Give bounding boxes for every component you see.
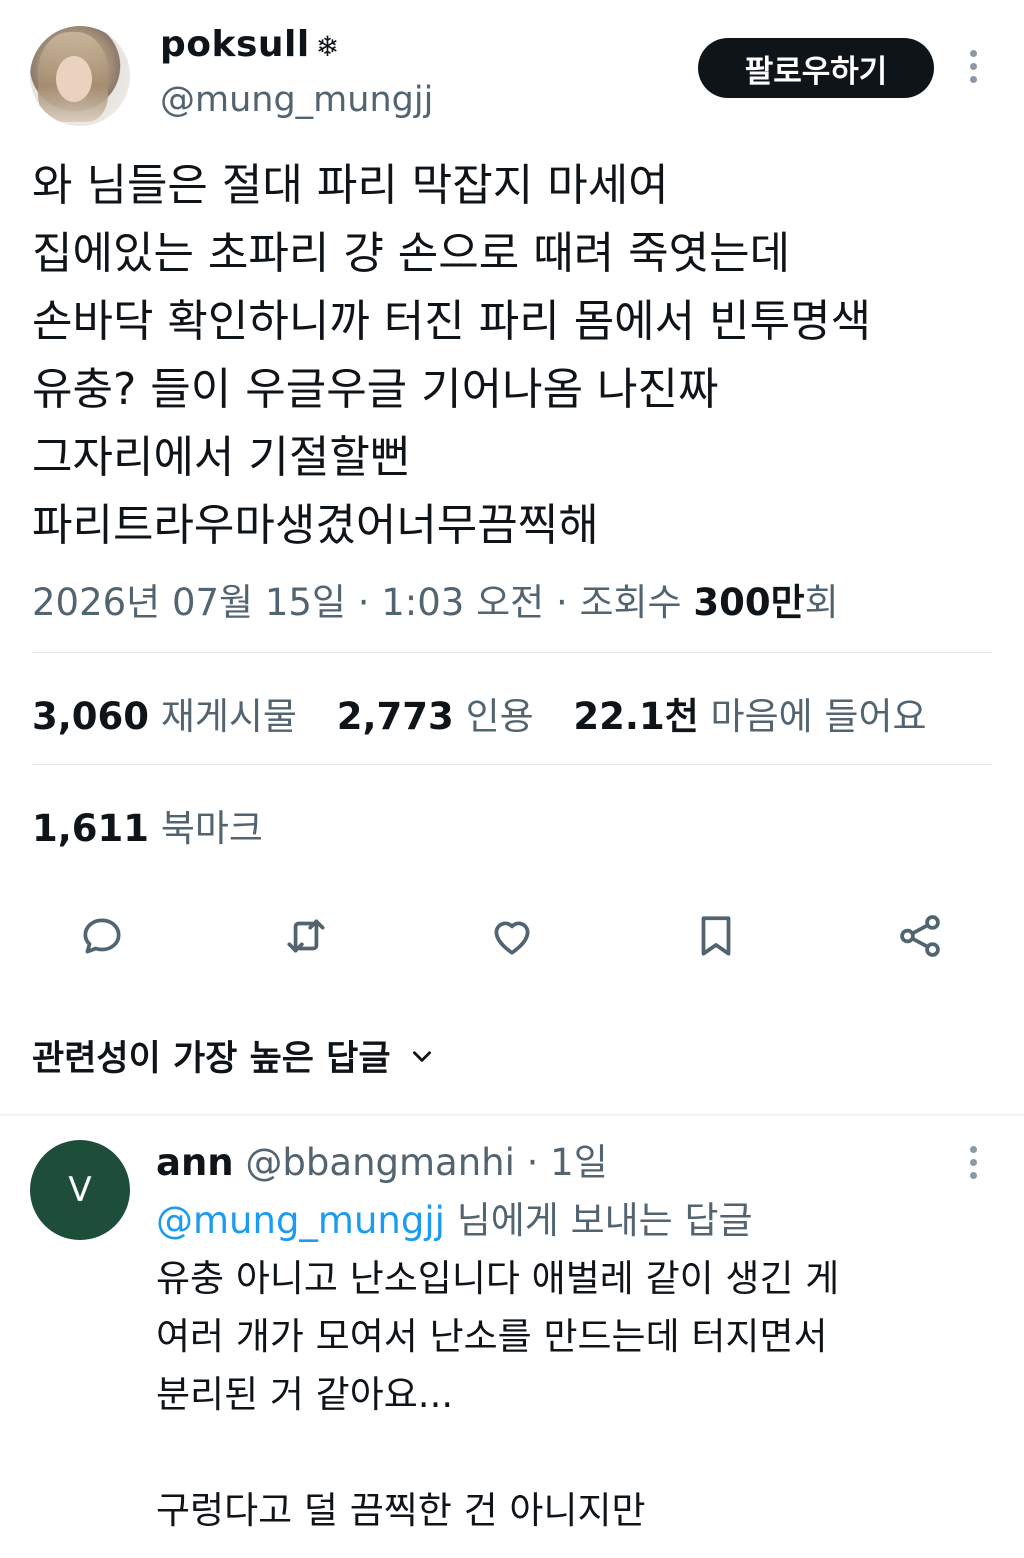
tweet-timestamp[interactable]: 2026년 07월 15일 · 1:03 오전 · 조회수 [32,581,693,624]
repost-button[interactable] [276,906,336,966]
reply-to-suffix: 님에게 보내는 답글 [456,1199,753,1242]
tweet-meta: 2026년 07월 15일 · 1:03 오전 · 조회수 300만회 [32,572,839,626]
like-icon [494,921,530,955]
share-icon [900,915,940,957]
reply-author-name[interactable]: ann [156,1141,234,1184]
repost-count[interactable]: 3,060 [32,695,149,738]
bookmark-icon [701,916,731,956]
like-label[interactable]: 마음에 들어요 [711,695,927,738]
reply-header: ann @bbangmanhi · 1일 [156,1132,608,1186]
reply-line: 구렁다고 덜 끔찍한 건 아니지만 [156,1489,646,1532]
bookmark-stats[interactable]: 1,611 북마크 [32,798,263,852]
author-display-name[interactable]: poksull ❄ [160,24,340,65]
divider [32,652,992,653]
reply-avatar[interactable]: V [30,1140,130,1240]
divider [32,764,992,765]
share-button[interactable] [890,906,950,966]
reply-button[interactable] [72,906,132,966]
reply-handle-time[interactable]: @bbangmanhi · 1일 [245,1141,607,1184]
tweet-line: 손바닥 확인하니까 터진 파리 몸에서 빈투명색 [32,296,872,347]
reply-mention-link[interactable]: @mung_mungjj [156,1199,445,1242]
reply-line: 유충 아니고 난소입니다 애벌레 같이 생긴 게 [156,1257,840,1300]
repost-icon [287,919,325,953]
tweet-text: 와 님들은 절대 파리 막잡지 마세여 집에있는 초파리 걍 손으로 때려 죽엿… [32,152,871,560]
replying-to: @mung_mungjj 님에게 보내는 답글 [156,1190,753,1244]
like-count[interactable]: 22.1천 [573,695,698,738]
reply-sort-dropdown[interactable]: 관련성이 가장 높은 답글 [32,1030,435,1081]
tweet-line: 집에있는 초파리 걍 손으로 때려 죽엿는데 [32,228,791,279]
tweet-line: 파리트라우마생겼어너무끔찍해 [32,500,599,551]
bookmark-button[interactable] [686,906,746,966]
bookmark-count: 1,611 [32,807,150,850]
chevron-down-icon [412,1050,431,1062]
tweet-line: 유충? 들이 우글우글 기어나옴 나진짜 [32,364,719,415]
quote-label[interactable]: 인용 [466,695,534,738]
reply-sort-label: 관련성이 가장 높은 답글 [32,1039,391,1079]
more-options-icon[interactable] [968,50,978,83]
view-count: 300만 [693,581,805,624]
reply-text: 유충 아니고 난소입니다 애벌레 같이 생긴 게 여러 개가 모여서 난소를 만… [156,1250,839,1540]
follow-button[interactable]: 팔로우하기 [698,38,934,98]
reply-line: 여러 개가 모여서 난소를 만드는데 터지면서 [156,1315,828,1358]
reply-line [156,1424,839,1482]
repost-label[interactable]: 재게시물 [161,695,297,738]
avatar-face [56,56,92,102]
reply-more-options-icon[interactable] [968,1146,978,1179]
tweet-line: 와 님들은 절대 파리 막잡지 마세여 [32,160,669,211]
view-suffix: 회 [804,581,839,624]
section-divider [0,1114,1024,1116]
quote-count[interactable]: 2,773 [337,695,454,738]
author-avatar[interactable] [30,26,130,126]
reply-icon [83,918,121,954]
engagement-stats: 3,060 재게시물 2,773 인용 22.1천 마음에 들어요 [32,686,955,740]
like-button[interactable] [482,906,542,966]
snowflake-icon: ❄ [315,30,340,63]
tweet-line: 그자리에서 기절할뻔 [32,432,411,483]
author-handle[interactable]: @mung_mungjj [160,80,433,120]
bookmark-label: 북마크 [160,807,263,850]
author-name-text: poksull [160,24,310,65]
reply-line: 분리된 거 같아요... [156,1373,454,1416]
